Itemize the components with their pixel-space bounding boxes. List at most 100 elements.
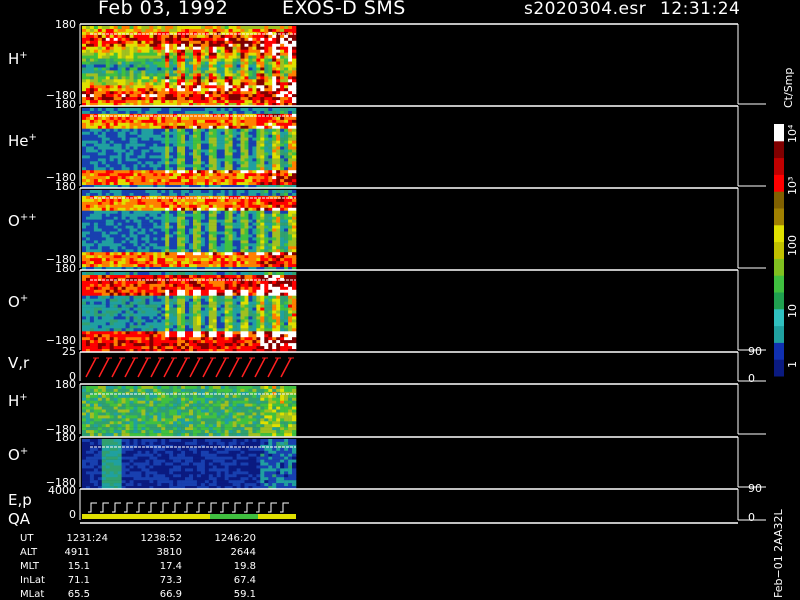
heatmap-cell — [153, 43, 158, 48]
heatmap-cell — [97, 261, 103, 265]
heatmap-cell — [173, 219, 178, 223]
heatmap-cell — [101, 307, 107, 311]
heatmap-cell — [97, 94, 103, 98]
heatmap-cell — [165, 213, 170, 217]
heatmap-cell — [220, 111, 225, 115]
heatmap-cell — [125, 122, 130, 127]
heatmap-cell — [82, 275, 87, 279]
heatmap-cell — [149, 337, 154, 341]
heatmap-cell — [196, 213, 202, 217]
heatmap-cell — [212, 100, 218, 104]
heatmap-cell — [193, 26, 198, 30]
heatmap-cell — [185, 193, 190, 197]
heatmap-cell — [256, 243, 261, 247]
heatmap-cell — [177, 85, 182, 89]
heatmap-cell — [113, 283, 118, 288]
heatmap-cell — [240, 182, 245, 186]
heatmap-cell — [86, 122, 91, 127]
heatmap-cell — [200, 225, 206, 229]
heatmap-cell — [86, 213, 91, 217]
heatmap-cell — [161, 100, 166, 104]
heatmap-cell — [236, 240, 241, 244]
heatmap-cell — [137, 243, 142, 247]
heatmap-cell — [173, 116, 178, 121]
heatmap-cell — [97, 231, 103, 235]
heatmap-cell — [137, 182, 142, 186]
heatmap-cell — [125, 108, 130, 112]
heatmap-cell — [208, 119, 214, 124]
heatmap-cell — [200, 91, 206, 95]
heatmap-cell — [264, 122, 269, 127]
heatmap-cell — [101, 331, 107, 335]
heatmap-cell — [284, 125, 289, 130]
heatmap-cell — [129, 79, 134, 83]
heatmap-cell — [256, 134, 261, 138]
heatmap-cell — [216, 108, 221, 112]
heatmap-cell — [165, 170, 170, 174]
heatmap-cell — [236, 167, 241, 171]
heatmap-cell — [280, 182, 285, 186]
heatmap-cell — [260, 131, 265, 135]
heatmap-cell — [145, 182, 150, 186]
heatmap-cell — [284, 173, 289, 177]
heatmap-cell — [264, 131, 269, 135]
heatmap-cell — [204, 198, 210, 203]
heatmap-cell — [189, 237, 194, 241]
heatmap-cell — [216, 52, 221, 56]
heatmap-cell — [109, 55, 114, 59]
heatmap-cell — [248, 94, 253, 98]
heatmap-cell — [141, 173, 146, 177]
heatmap-cell — [193, 88, 198, 92]
heatmap-cell — [280, 108, 285, 112]
heatmap-cell — [161, 128, 166, 132]
heatmap-cell — [82, 79, 87, 83]
heatmap-cell — [169, 152, 174, 156]
heatmap-cell — [252, 240, 257, 244]
heatmap-cell — [216, 258, 221, 262]
heatmap-cell — [240, 134, 245, 138]
heatmap-cell — [117, 258, 122, 262]
heatmap-cell — [169, 179, 174, 183]
heatmap-cell — [141, 43, 146, 48]
heatmap-cell — [149, 164, 154, 168]
heatmap-cell — [193, 152, 198, 156]
heatmap-cell — [161, 46, 166, 50]
heatmap-cell — [280, 37, 285, 42]
heatmap-cell — [161, 91, 166, 95]
heatmap-cell — [149, 201, 154, 206]
heatmap-cell — [212, 201, 218, 206]
heatmap-cell — [204, 79, 210, 83]
heatmap-cell — [276, 146, 281, 150]
heatmap-cell — [232, 79, 237, 83]
heatmap-cell — [228, 164, 233, 168]
heatmap-cell — [196, 67, 202, 71]
heatmap-cell — [109, 94, 114, 98]
heatmap-cell — [284, 97, 289, 101]
heatmap-cell — [193, 43, 198, 48]
heatmap-cell — [260, 55, 265, 59]
heatmap-cell — [97, 316, 103, 320]
heatmap-cell — [177, 246, 182, 250]
heatmap-cell — [272, 255, 277, 259]
heatmap-cell — [248, 164, 253, 168]
heatmap-cell — [149, 143, 154, 147]
heatmap-cell — [284, 134, 289, 138]
heatmap-cell — [264, 43, 269, 48]
heatmap-cell — [280, 216, 285, 220]
heatmap-cell — [185, 190, 190, 194]
heatmap-cell — [252, 64, 257, 68]
heatmap-cell — [105, 182, 111, 186]
heatmap-cell — [113, 73, 118, 77]
heatmap-cell — [268, 100, 273, 104]
heatmap-cell — [260, 37, 265, 42]
heatmap-cell — [169, 108, 174, 112]
heatmap-cell — [153, 331, 158, 335]
heatmap-cell — [208, 128, 214, 132]
heatmap-cell — [137, 131, 142, 135]
heatmap-cell — [216, 34, 221, 39]
heatmap-cell — [169, 58, 174, 62]
heatmap-cell — [89, 182, 95, 186]
heatmap-cell — [133, 76, 138, 80]
heatmap-cell — [228, 264, 233, 268]
heatmap-cell — [93, 213, 99, 217]
